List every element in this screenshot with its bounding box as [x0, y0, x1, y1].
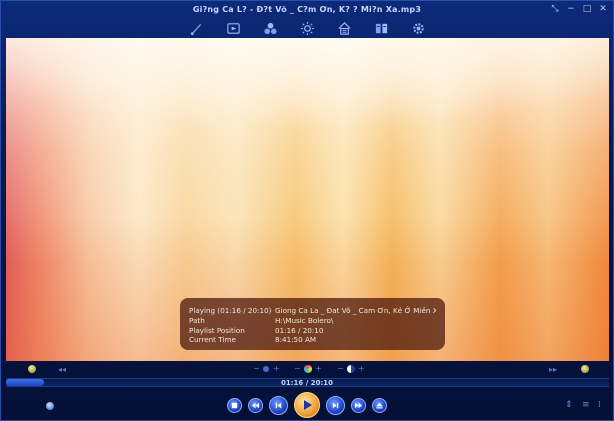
osd-row-playlist-position: Playlist Position 01:16 / 20:10 — [189, 326, 436, 336]
title-bar[interactable]: Gi?ng Ca L? - Đ?t Võ _ C?m Ơn, K? ? Mi?n… — [1, 1, 613, 18]
stop-icon — [231, 402, 238, 408]
play-icon — [304, 400, 312, 410]
restore-button[interactable]: ⤡ — [549, 3, 561, 15]
toolbar — [1, 18, 613, 38]
color-minus-button[interactable]: − — [294, 364, 301, 374]
close-button[interactable]: ✕ — [597, 3, 609, 15]
osd-key: Current Time — [189, 335, 236, 345]
playlist-icon[interactable]: ≡ — [582, 400, 590, 410]
osd-row-current-time: Current Time 8:41:50 AM — [189, 335, 436, 345]
zoom-minus-button[interactable]: − — [253, 364, 260, 374]
rewind-button[interactable] — [269, 395, 288, 415]
zoom-plus-button[interactable]: + — [273, 364, 280, 374]
previous-button[interactable] — [248, 397, 263, 413]
stop-button[interactable] — [227, 397, 242, 413]
play-button[interactable] — [294, 392, 320, 418]
osd-value: H:\Music Bolero\ — [275, 315, 334, 325]
osd-value: Giong Ca La _ Đat Võ _ Cam Ơn, Kẻ Ở Miền… — [275, 306, 436, 315]
minimize-button[interactable]: − — [565, 3, 577, 15]
brightness-icon[interactable] — [297, 20, 317, 36]
contrast-icon[interactable] — [347, 365, 355, 373]
settings-icon[interactable] — [408, 20, 428, 36]
window-controls: ⤡ − □ ✕ — [549, 3, 609, 15]
osd-row-path: Path H:\Music Bolero\ — [189, 316, 436, 326]
color-plus-button[interactable]: + — [315, 364, 322, 374]
eject-icon — [376, 402, 383, 408]
zoom-icon[interactable] — [263, 366, 269, 372]
video-area[interactable]: Playing (01:16 / 20:10) Giong Ca La _ Đa… — [6, 38, 609, 361]
osd-key: Playlist Position — [189, 325, 245, 335]
osd-value: 8:41:50 AM — [275, 335, 317, 345]
eject-button[interactable] — [372, 397, 387, 413]
effects-icon[interactable] — [260, 20, 280, 36]
osd-key: Playing (01:16 / 20:10) — [189, 306, 272, 315]
contrast-plus-button[interactable]: + — [358, 364, 365, 374]
maximize-button[interactable]: □ — [581, 3, 593, 15]
osd-row-playing: Playing (01:16 / 20:10) Giong Ca La _ Đa… — [189, 306, 436, 316]
contrast-minus-button[interactable]: − — [337, 364, 344, 374]
window-title: Gi?ng Ca L? - Đ?t Võ _ C?m Ơn, K? ? Mi?n… — [192, 5, 422, 14]
media-icon[interactable] — [223, 20, 243, 36]
seek-forward-label[interactable]: ▸▸ — [549, 365, 557, 375]
osd-value: 01:16 / 20:10 — [275, 325, 324, 335]
color-icon[interactable] — [304, 365, 312, 373]
equalizer-icon[interactable]: ⇕ — [565, 400, 573, 410]
info-overlay: Playing (01:16 / 20:10) Giong Ca La _ Đa… — [180, 298, 445, 350]
playlist-home-icon[interactable] — [334, 20, 354, 36]
rewind-icon — [275, 402, 282, 408]
brush-icon[interactable] — [186, 20, 206, 36]
repeat-icon[interactable] — [28, 365, 36, 373]
forward-button[interactable] — [326, 395, 345, 415]
shuffle-icon[interactable] — [581, 365, 589, 373]
osd-key: Path — [189, 315, 205, 325]
player-window: Gi?ng Ca L? - Đ?t Võ _ C?m Ơn, K? ? Mi?n… — [0, 0, 614, 421]
forward-icon — [332, 402, 339, 408]
transport-controls — [1, 390, 613, 420]
previous-icon — [251, 402, 260, 408]
time-readout: 01:16 / 20:10 — [281, 379, 333, 387]
next-icon — [354, 402, 363, 408]
menu-icon[interactable]: ⁞ — [598, 400, 601, 410]
library-icon[interactable] — [371, 20, 391, 36]
seek-back-label[interactable]: ◂◂ — [58, 365, 66, 375]
next-button[interactable] — [351, 397, 366, 413]
